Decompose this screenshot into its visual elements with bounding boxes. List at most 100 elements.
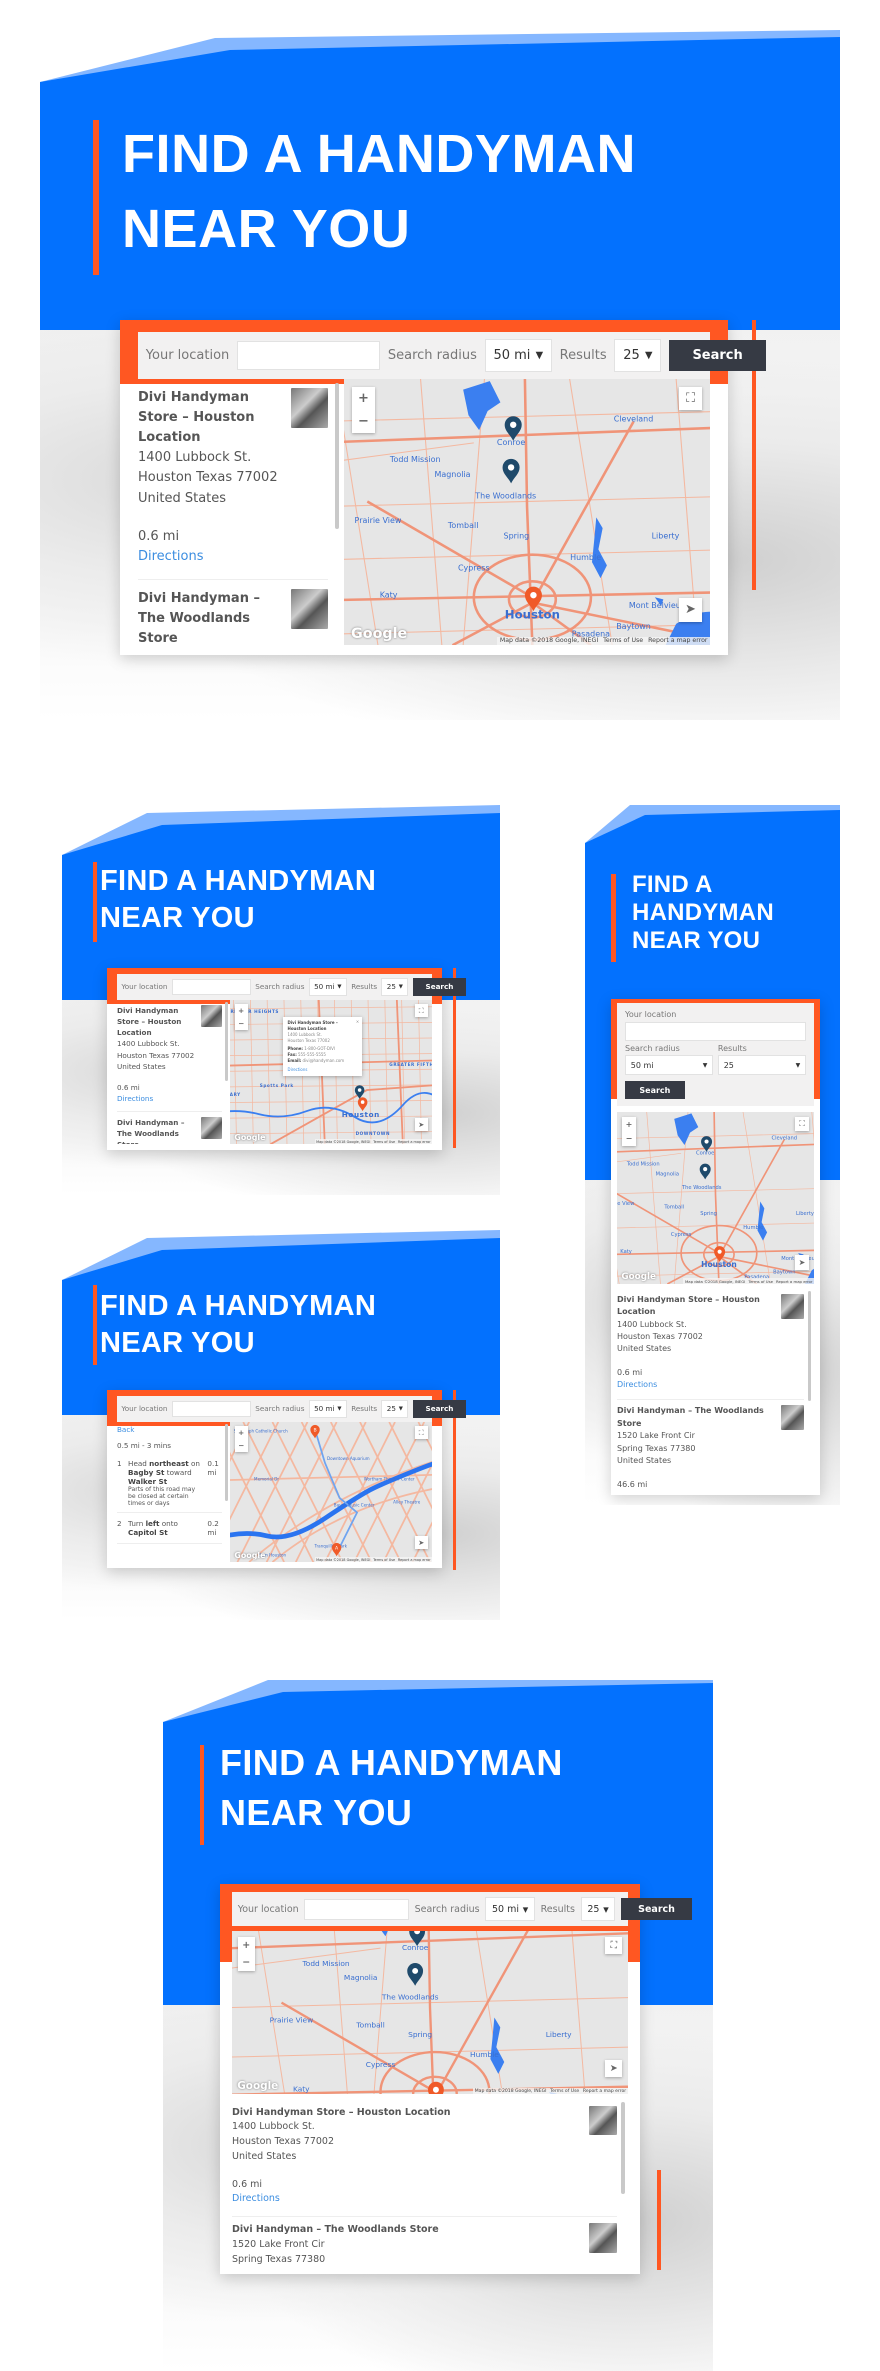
report-error-link[interactable]: Report a map error	[583, 2089, 626, 2094]
search-button[interactable]: Search	[412, 978, 467, 996]
store-list-item[interactable]: Divi Handyman Store – Houston Location 1…	[232, 2099, 617, 2217]
report-error-link[interactable]: Report a map error	[398, 1140, 431, 1144]
map-attribution: Map data ©2018 Google, INEGI Terms of Use…	[314, 1139, 432, 1144]
zoom-in-icon[interactable]: +	[242, 1937, 250, 1954]
results-select[interactable]: 25 ▼	[614, 339, 662, 372]
caret-down-icon: ▼	[795, 1061, 801, 1069]
my-location-icon[interactable]: ➤	[414, 1118, 428, 1132]
results-select[interactable]: 25 ▼	[580, 1897, 616, 1921]
store-map[interactable]: ConroeClevelandTodd MissionMagnoliaThe W…	[343, 378, 710, 645]
list-scrollbar[interactable]	[621, 2101, 625, 2194]
search-button[interactable]: Search	[669, 339, 767, 371]
map-place-label: Todd Mission	[302, 1959, 350, 1968]
store-name: Divi Handyman Store – Houston Location	[617, 1294, 760, 1317]
zoom-out-icon[interactable]: −	[238, 1439, 244, 1452]
title-accent-bar	[611, 874, 616, 962]
map-canvas[interactable]: ConroeClevelandTodd MissionMagnoliaThe W…	[232, 1931, 628, 2095]
list-scrollbar[interactable]	[225, 1002, 228, 1082]
results-select[interactable]: 25 ▼	[381, 977, 409, 996]
search-button[interactable]: Search	[621, 1897, 693, 1921]
store-map[interactable]: St. Joseph Catholic Church Memorial Dr Dow…	[230, 1421, 432, 1562]
store-map[interactable]: ConroeClevelandTodd MissionMagnoliaThe W…	[617, 1112, 814, 1285]
search-button[interactable]: Search	[625, 1081, 685, 1099]
search-button[interactable]: Search	[412, 1400, 467, 1418]
store-list-item[interactable]: Divi Handyman Store – Houston Location 1…	[138, 379, 329, 580]
store-map[interactable]: ConroeClevelandTodd MissionMagnoliaThe W…	[232, 1931, 628, 2095]
map-canvas[interactable]: ConroeClevelandTodd MissionMagnoliaThe W…	[617, 1112, 814, 1285]
map-place-label: Todd Mission	[389, 455, 441, 464]
info-directions-link[interactable]: Directions	[288, 1067, 358, 1073]
title-accent-bar	[93, 862, 97, 942]
results-select-value: 25	[386, 1404, 396, 1414]
store-list-item[interactable]: Divi Handyman – The Woodlands Store 1520…	[617, 1400, 805, 1489]
list-scrollbar[interactable]	[334, 382, 340, 530]
terms-link[interactable]: Terms of Use	[550, 2089, 579, 2094]
directions-link[interactable]: Directions	[232, 2193, 280, 2204]
location-input[interactable]	[625, 1021, 806, 1042]
store-list-item[interactable]: Divi Handyman – The Woodlands Store 1520…	[138, 580, 329, 645]
map-place-label: Cleveland	[614, 414, 654, 423]
store-list-item[interactable]: Divi Handyman Store – Houston Location 1…	[617, 1288, 805, 1400]
radius-select[interactable]: 50 mi ▼	[625, 1055, 714, 1076]
step-number: 1	[117, 1458, 122, 1468]
terms-link[interactable]: Terms of Use	[373, 1558, 395, 1562]
map-place-label: Humble	[570, 553, 601, 562]
directions-link[interactable]: Directions	[117, 1094, 153, 1103]
radius-select[interactable]: 50 mi ▼	[484, 339, 552, 372]
terms-link[interactable]: Terms of Use	[748, 1279, 773, 1284]
zoom-in-icon[interactable]: +	[238, 1426, 244, 1439]
my-location-icon[interactable]: ➤	[794, 1255, 810, 1270]
zoom-out-icon[interactable]: −	[358, 410, 369, 433]
location-input[interactable]	[171, 1401, 251, 1417]
radius-select[interactable]: 50 mi ▼	[308, 1399, 347, 1418]
results-select[interactable]: 25 ▼	[717, 1055, 807, 1076]
locator-preview-3: Find a Handyman Near You Your location S…	[62, 1230, 500, 1620]
radius-select[interactable]: 50 mi ▼	[485, 1897, 535, 1921]
fullscreen-icon[interactable]: ⛶	[678, 386, 703, 410]
list-scrollbar[interactable]	[808, 1290, 812, 1401]
store-list-item[interactable]: Divi Handyman – The Woodlands Store 1520…	[117, 1112, 222, 1144]
location-input[interactable]	[304, 1898, 409, 1920]
close-icon[interactable]: ×	[356, 1019, 359, 1025]
my-location-icon[interactable]: ➤	[678, 598, 703, 622]
zoom-in-icon[interactable]: +	[358, 387, 369, 410]
report-error-link[interactable]: Report a map error	[776, 1279, 812, 1284]
zoom-out-icon[interactable]: −	[626, 1131, 633, 1145]
report-error-link[interactable]: Report a map error	[398, 1558, 431, 1562]
my-location-icon[interactable]: ➤	[414, 1536, 428, 1550]
map-place-label: Baytown	[773, 1270, 795, 1276]
store-list-item[interactable]: Divi Handyman – The Woodlands Store 1520…	[232, 2217, 617, 2266]
list-scrollbar[interactable]	[225, 1424, 228, 1502]
map-place-label: The Woodlands	[681, 1185, 722, 1191]
results-select[interactable]: 25 ▼	[381, 1399, 409, 1418]
location-input[interactable]	[237, 341, 381, 370]
directions-link[interactable]: Directions	[138, 549, 204, 564]
fullscreen-icon[interactable]: ⛶	[414, 1004, 428, 1018]
zoom-in-icon[interactable]: +	[238, 1004, 244, 1017]
terms-link[interactable]: Terms of Use	[373, 1140, 395, 1144]
my-location-icon[interactable]: ➤	[605, 2060, 623, 2078]
store-thumbnail	[589, 2223, 617, 2253]
terms-link[interactable]: Terms of Use	[603, 637, 643, 644]
fullscreen-icon[interactable]: ⛶	[605, 1936, 623, 1954]
store-city: Houston Texas 77002	[232, 2136, 335, 2148]
radius-select[interactable]: 50 mi ▼	[308, 977, 347, 996]
zoom-out-icon[interactable]: −	[238, 1017, 244, 1030]
fullscreen-icon[interactable]: ⛶	[414, 1426, 428, 1440]
zoom-out-icon[interactable]: −	[242, 1954, 250, 1971]
store-map[interactable]: GREATER HEIGHTSMILITARYSpotts ParkHousto…	[230, 999, 432, 1144]
report-error-link[interactable]: Report a map error	[648, 637, 707, 644]
zoom-in-icon[interactable]: +	[626, 1117, 633, 1131]
store-list-item[interactable]: Divi Handyman Store – Houston Location 1…	[117, 1000, 222, 1112]
map-canvas[interactable]: ConroeClevelandTodd MissionMagnoliaThe W…	[343, 378, 710, 645]
map-canvas[interactable]: St. Joseph Catholic ChurchMemorial DrDow…	[230, 1421, 432, 1562]
store-locator: Your location Search radius 50 mi ▼ Result…	[611, 999, 820, 1495]
map-place-label: Spring	[408, 2030, 432, 2039]
map-place-label: Prairie View	[354, 516, 401, 525]
fullscreen-icon[interactable]: ⛶	[794, 1116, 810, 1132]
directions-link[interactable]: Directions	[617, 1380, 657, 1389]
back-link[interactable]: Back	[117, 1425, 134, 1434]
store-country: United States	[138, 490, 227, 506]
map-place-label: Prairie View	[270, 2016, 314, 2025]
location-input[interactable]	[171, 979, 251, 995]
